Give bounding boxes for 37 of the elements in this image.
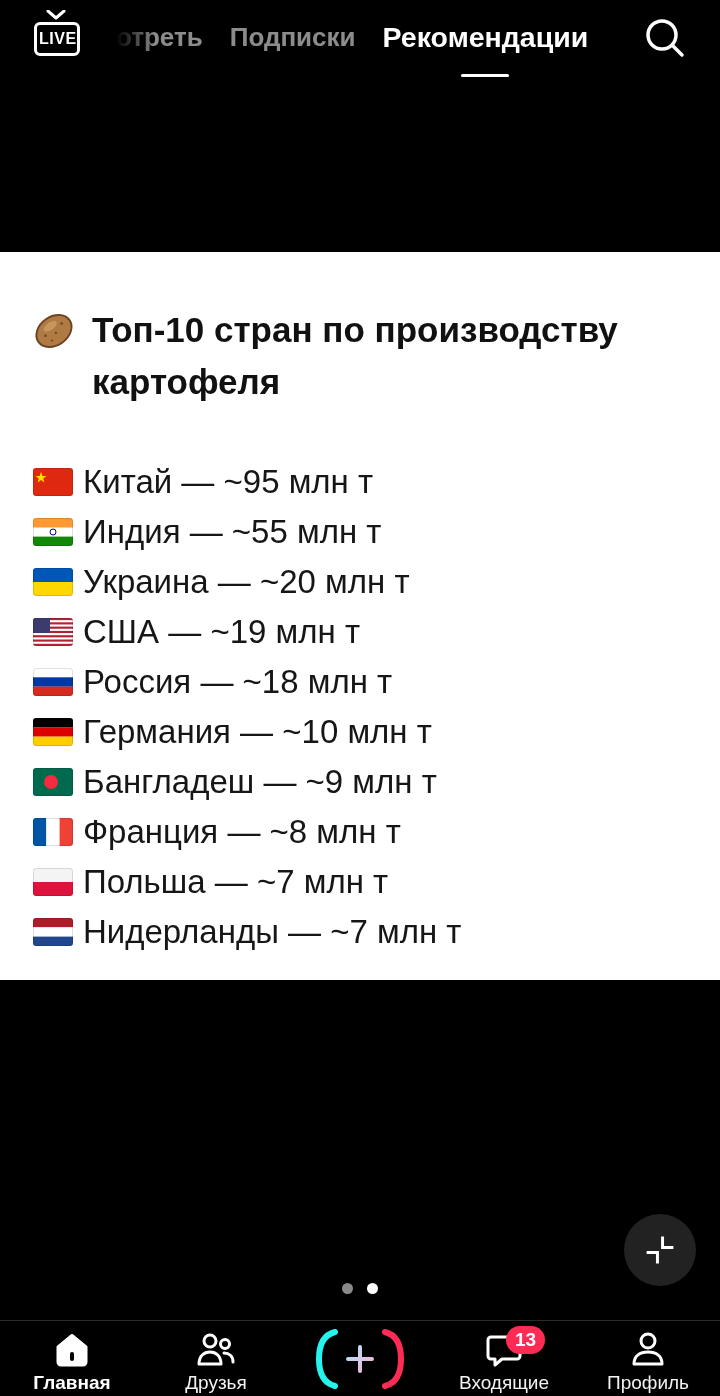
antenna-icon	[45, 10, 67, 20]
add-icon	[315, 1329, 405, 1389]
nav-item[interactable]: Главная	[33, 1321, 111, 1393]
tab[interactable]: Рекомендации	[382, 0, 589, 77]
nav-item[interactable]: Друзья	[185, 1321, 247, 1393]
nav-item[interactable]: Профиль	[607, 1321, 689, 1393]
create-button[interactable]	[315, 1329, 405, 1389]
france-flag-icon	[33, 818, 73, 846]
list-item: Бангладеш — ~9 млн т	[83, 763, 437, 801]
poland-flag-icon	[33, 868, 73, 896]
post-title: Топ-10 стран по производству картофеля	[92, 309, 619, 403]
potato-icon	[33, 312, 75, 350]
list-item: Франция — ~8 млн т	[83, 813, 401, 851]
list-item: Китай — ~95 млн т	[83, 463, 374, 501]
russia-flag-icon	[33, 668, 73, 696]
list-item: Германия — ~10 млн т	[83, 713, 432, 751]
ukraine-flag-icon	[33, 568, 73, 596]
list-item: Нидерланды — ~7 млн т	[83, 913, 462, 951]
list-item: Польша — ~7 млн т	[83, 863, 389, 901]
bangladesh-flag-icon	[33, 768, 73, 796]
list-item: Украина — ~20 млн т	[83, 563, 410, 601]
china-flag-icon	[33, 468, 73, 496]
nav-item[interactable]: 13 Входящие	[458, 1321, 550, 1393]
page-dot[interactable]	[342, 1283, 353, 1294]
live-button[interactable]: LIVE	[34, 22, 80, 56]
list-item: Индия — ~55 млн т	[83, 513, 382, 551]
tab[interactable]: Подписки	[229, 0, 356, 77]
list-item: США — ~19 млн т	[83, 613, 361, 651]
netherlands-flag-icon	[33, 918, 73, 946]
germany-flag-icon	[33, 718, 73, 746]
page-dot[interactable]	[367, 1283, 378, 1294]
india-flag-icon	[33, 518, 73, 546]
usa-flag-icon	[33, 618, 73, 646]
list-item: Россия — ~18 млн т	[83, 663, 393, 701]
unread-count-badge: 13	[506, 1326, 546, 1354]
tab[interactable]: отреть	[116, 0, 203, 77]
search-icon[interactable]	[644, 17, 686, 59]
